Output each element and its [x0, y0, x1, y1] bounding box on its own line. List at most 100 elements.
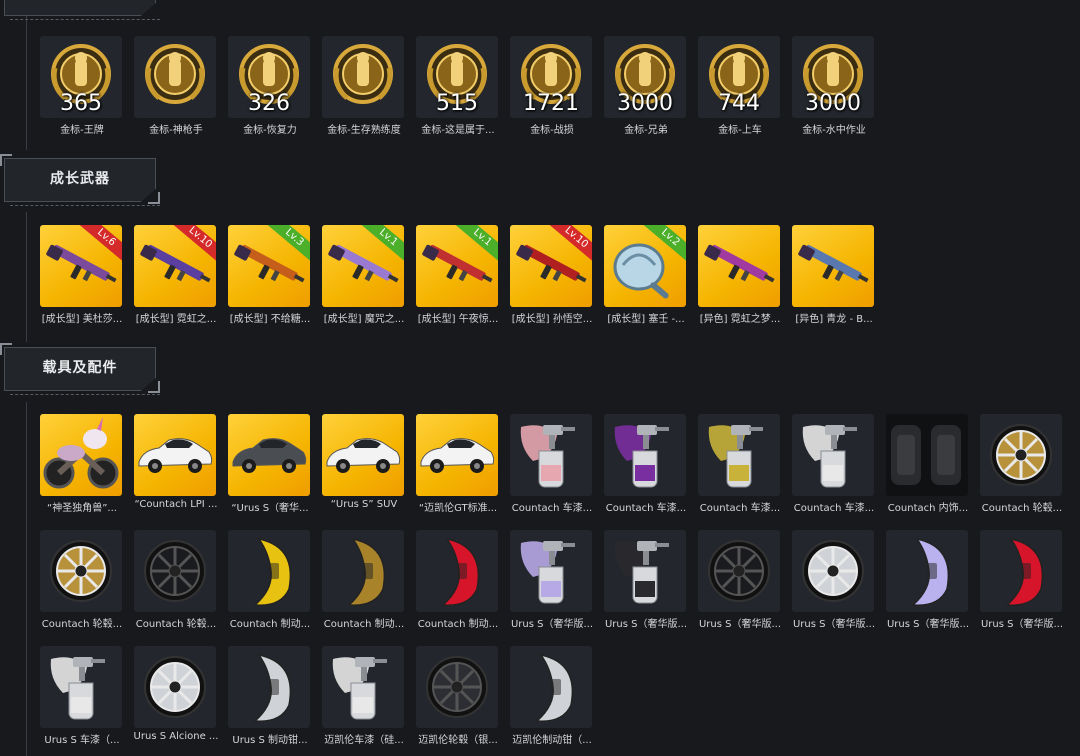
vehicle-item[interactable]: Urus S（奢华版...: [886, 530, 970, 630]
vehicle-item[interactable]: Urus S（奢华版...: [698, 530, 782, 630]
vehicle-tile[interactable]: [980, 530, 1062, 612]
vehicle-item[interactable]: Urus S 制动钳...: [228, 646, 312, 746]
vehicle-tile[interactable]: [322, 530, 404, 612]
vehicle-tile[interactable]: [40, 646, 122, 728]
weapon-tile[interactable]: Lv.10: [134, 225, 216, 307]
weapon-tile[interactable]: Lv.10: [510, 225, 592, 307]
vehicle-tile[interactable]: [604, 530, 686, 612]
weapon-tile[interactable]: Lv.1: [322, 225, 404, 307]
medal-tile[interactable]: 3000: [792, 36, 874, 118]
medal-item[interactable]: 365 金标-王牌: [40, 36, 124, 136]
vehicle-tile[interactable]: [322, 414, 404, 496]
vehicle-item[interactable]: “Urus S（奢华...: [228, 414, 312, 514]
survival-medal-icon: [327, 38, 399, 110]
weapon-tile[interactable]: Lv.2: [604, 225, 686, 307]
weapon-item[interactable]: Lv.3 [成长型] 不给糖...: [228, 225, 312, 325]
medal-item[interactable]: 326 金标-恢复力: [228, 36, 312, 136]
vehicle-item[interactable]: “Countach LPI ...: [134, 414, 218, 510]
weapon-tile[interactable]: [698, 225, 780, 307]
vehicle-item[interactable]: Urus S 车漆（...: [40, 646, 124, 746]
vehicle-item[interactable]: Urus S（奢华版...: [980, 530, 1064, 630]
vehicle-item[interactable]: 迈凯伦车漆（硅...: [322, 646, 406, 746]
weapon-item[interactable]: Lv.6 [成长型] 美杜莎...: [40, 225, 124, 325]
vehicle-tile[interactable]: [886, 530, 968, 612]
vehicle-item[interactable]: Urus S（奢华版...: [604, 530, 688, 630]
vehicle-item[interactable]: Countach 制动...: [416, 530, 500, 630]
vehicle-item[interactable]: Urus S（奢华版...: [510, 530, 594, 630]
medal-label: 金标-生存熟练度: [327, 125, 401, 136]
vehicle-item[interactable]: Countach 车漆...: [698, 414, 782, 514]
weapon-item[interactable]: Lv.10 [成长型] 霓虹之...: [134, 225, 218, 325]
vehicle-tile[interactable]: [416, 414, 498, 496]
vehicle-item[interactable]: 迈凯伦轮毂（银...: [416, 646, 500, 746]
weapon-item[interactable]: [异色] 青龙 - B...: [792, 225, 876, 325]
vehicle-item[interactable]: Countach 轮毂...: [40, 530, 124, 630]
medal-item[interactable]: 1721 金标-战损: [510, 36, 594, 136]
vehicle-label: Countach 车漆...: [793, 503, 875, 514]
vehicle-item[interactable]: Countach 制动...: [322, 530, 406, 630]
vehicle-tile[interactable]: [698, 414, 780, 496]
wheel-gold-icon: [986, 420, 1056, 490]
vehicle-item[interactable]: “迈凯伦GT标准...: [416, 414, 500, 514]
vehicle-tile[interactable]: [134, 530, 216, 612]
vehicle-item[interactable]: Urus S Alcione ...: [134, 646, 218, 742]
weapon-tile[interactable]: Lv.1: [416, 225, 498, 307]
vehicle-tile[interactable]: [228, 414, 310, 496]
vehicle-tile[interactable]: [416, 530, 498, 612]
vehicle-tile[interactable]: [510, 530, 592, 612]
weapon-tile[interactable]: [792, 225, 874, 307]
medal-tile[interactable]: [322, 36, 404, 118]
vehicle-tile[interactable]: [604, 414, 686, 496]
vehicle-label: Urus S（奢华版...: [698, 619, 782, 630]
vehicle-item[interactable]: Countach 轮毂...: [134, 530, 218, 630]
weapon-item[interactable]: Lv.1 [成长型] 魔咒之...: [322, 225, 406, 325]
vehicle-tile[interactable]: [886, 414, 968, 496]
medal-item[interactable]: 744 金标-上车: [698, 36, 782, 136]
weapon-item[interactable]: [异色] 霓虹之梦...: [698, 225, 782, 325]
vehicle-tile[interactable]: [792, 414, 874, 496]
vehicle-tile[interactable]: [322, 646, 404, 728]
vehicle-item[interactable]: “神圣独角兽”...: [40, 414, 124, 514]
vehicle-item[interactable]: Countach 车漆...: [604, 414, 688, 514]
medal-tile[interactable]: 744: [698, 36, 780, 118]
medal-tile[interactable]: 515: [416, 36, 498, 118]
medal-count: 515: [436, 91, 478, 116]
vehicle-tile[interactable]: [416, 646, 498, 728]
weapon-item[interactable]: Lv.10 [成长型] 孙悟空...: [510, 225, 594, 325]
medal-tile[interactable]: 365: [40, 36, 122, 118]
vehicle-item[interactable]: Countach 车漆...: [510, 414, 594, 514]
medal-item[interactable]: 金标-神枪手: [134, 36, 218, 136]
vehicle-tile[interactable]: [228, 530, 310, 612]
vehicle-tile[interactable]: [228, 646, 310, 728]
weapon-item[interactable]: Lv.1 [成长型] 午夜惊...: [416, 225, 500, 325]
medal-item[interactable]: 3000 金标-水中作业: [792, 36, 876, 136]
vehicle-item[interactable]: Countach 内饰...: [886, 414, 970, 514]
vehicle-tile[interactable]: [980, 414, 1062, 496]
vehicle-tile[interactable]: [698, 530, 780, 612]
vehicle-tile[interactable]: [792, 530, 874, 612]
paint-sprayer-lilac-icon: [513, 533, 589, 609]
vehicle-tile[interactable]: [510, 414, 592, 496]
medal-label: 金标-战损: [530, 125, 574, 136]
weapon-tile[interactable]: Lv.6: [40, 225, 122, 307]
medal-tile[interactable]: 326: [228, 36, 310, 118]
vehicle-item[interactable]: Countach 制动...: [228, 530, 312, 630]
vehicle-tile[interactable]: [40, 414, 122, 496]
vehicle-item[interactable]: Urus S（奢华版...: [792, 530, 876, 630]
medal-tile[interactable]: 3000: [604, 36, 686, 118]
vehicle-tile[interactable]: [510, 646, 592, 728]
weapon-tile[interactable]: Lv.3: [228, 225, 310, 307]
medal-tile[interactable]: 1721: [510, 36, 592, 118]
weapon-item[interactable]: Lv.2 [成长型] 塞壬 -...: [604, 225, 688, 325]
vehicle-tile[interactable]: [40, 530, 122, 612]
medal-tile[interactable]: [134, 36, 216, 118]
vehicle-tile[interactable]: [134, 646, 216, 728]
medal-item[interactable]: 515 金标-这是属于...: [416, 36, 500, 136]
vehicle-tile[interactable]: [134, 414, 216, 496]
vehicle-item[interactable]: Countach 车漆...: [792, 414, 876, 514]
medal-item[interactable]: 3000 金标-兄弟: [604, 36, 688, 136]
vehicle-item[interactable]: Countach 轮毂...: [980, 414, 1064, 514]
vehicle-item[interactable]: “Urus S” SUV: [322, 414, 406, 510]
vehicle-item[interactable]: 迈凯伦制动钳（...: [510, 646, 594, 746]
medal-item[interactable]: 金标-生存熟练度: [322, 36, 406, 136]
